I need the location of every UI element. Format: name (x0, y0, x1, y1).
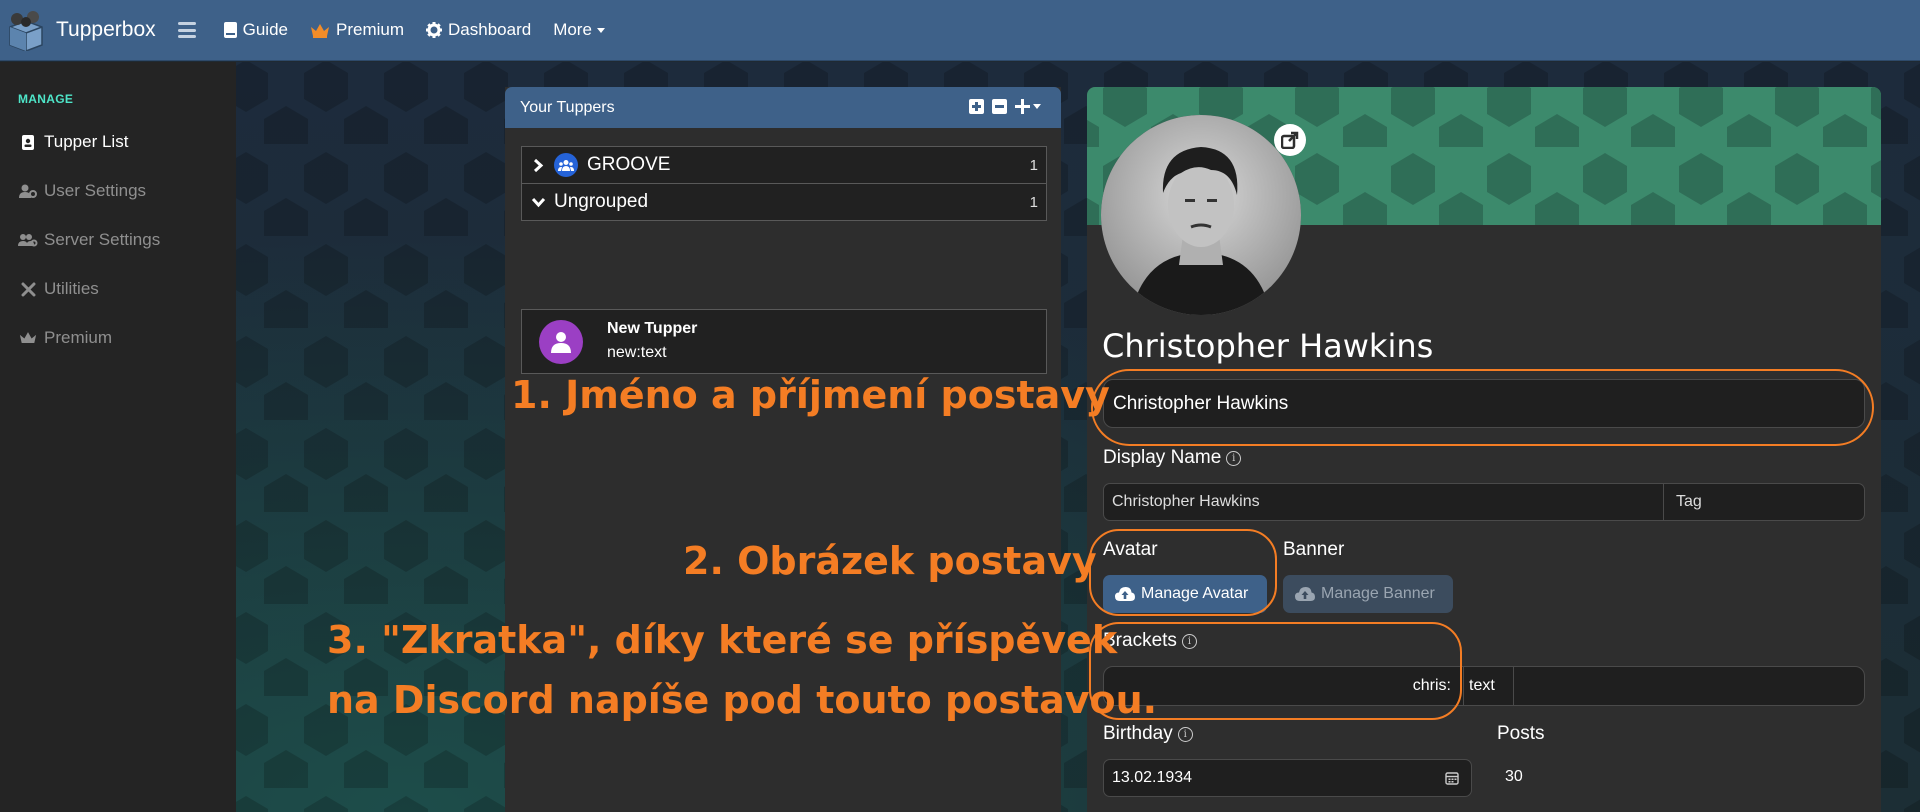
default-avatar-icon (539, 320, 583, 364)
display-name-input[interactable]: Christopher Hawkins (1104, 493, 1663, 511)
tag-input[interactable]: Tag (1663, 484, 1864, 520)
nav-guide-label: Guide (242, 20, 288, 39)
bracket-suffix-input[interactable] (1514, 667, 1864, 705)
sidebar-item-utilities[interactable]: Utilities (18, 279, 99, 299)
sidebar-item-label: Utilities (44, 279, 99, 298)
nav-dashboard[interactable]: Dashboard (426, 20, 531, 40)
users-cog-icon (18, 233, 38, 247)
crown-icon (18, 331, 38, 345)
tuppers-panel-title: Your Tuppers (520, 98, 615, 116)
tupperbox-logo (6, 9, 46, 52)
group-count: 1 (1029, 156, 1038, 174)
group-row-groove[interactable]: GROOVE 1 (521, 146, 1047, 184)
calendar-icon[interactable] (1445, 771, 1459, 790)
posts-label: Posts (1497, 723, 1545, 744)
group-name: GROOVE (587, 154, 671, 175)
display-name-field: Christopher Hawkins Tag (1103, 483, 1865, 521)
info-icon[interactable]: i (1226, 450, 1242, 466)
user-cog-icon (18, 184, 38, 198)
tuppers-panel-header: Your Tuppers (505, 87, 1061, 128)
brand[interactable]: Tupperbox (6, 0, 156, 61)
chevron-right-icon (522, 158, 554, 173)
display-name-label: Display Name i (1103, 447, 1242, 469)
sidebar-item-label: Tupper List (44, 132, 129, 151)
caret-down-icon (596, 27, 605, 33)
add-tupper-icon[interactable] (1015, 99, 1030, 114)
contact-card-icon (18, 134, 38, 150)
tools-icon (18, 282, 38, 297)
display-name-label-text: Display Name (1103, 447, 1222, 468)
hamburger-menu-icon[interactable] (177, 22, 196, 38)
manage-banner-label: Manage Banner (1321, 585, 1435, 602)
info-icon[interactable]: i (1177, 726, 1193, 742)
sidebar-heading: MANAGE (18, 92, 74, 106)
tupper-name: New Tupper (607, 320, 698, 337)
nav-more-dropdown[interactable]: More (553, 20, 605, 40)
annotation-oval-name (1091, 369, 1874, 446)
top-navbar: Tupperbox Guide Premium Dashboard More (0, 0, 1920, 61)
birthday-label: Birthday i (1103, 723, 1193, 745)
panel-tools (961, 99, 1041, 114)
group-users-icon (554, 153, 578, 177)
group-count: 1 (1029, 193, 1038, 211)
sidebar-item-label: User Settings (44, 181, 147, 200)
collapse-all-icon[interactable] (992, 99, 1007, 114)
bracket-text-label: text (1463, 667, 1514, 705)
annotation-3-line1: 3. "Zkratka", díky které se příspěvek (327, 618, 1118, 662)
expand-all-icon[interactable] (969, 99, 984, 114)
annotation-3-line2: na Discord napíše pod touto postavou. (327, 678, 1158, 722)
external-link-icon[interactable] (1274, 124, 1306, 156)
birthday-input[interactable]: 13.02.1934 (1103, 759, 1472, 797)
sidebar-item-label: Premium (44, 328, 113, 347)
annotation-2: 2. Obrázek postavy (683, 539, 1097, 583)
group-name: Ungrouped (554, 191, 649, 212)
group-row-ungrouped[interactable]: Ungrouped 1 (521, 183, 1047, 221)
tupper-list-item[interactable]: New Tupper new:text (521, 309, 1047, 374)
nav-premium-label: Premium (336, 20, 405, 39)
add-dropdown-caret-icon[interactable] (1033, 104, 1041, 109)
tupper-title: Christopher Hawkins (1102, 327, 1434, 365)
chevron-down-icon (522, 196, 554, 208)
crown-icon (310, 23, 330, 38)
gear-icon (426, 22, 443, 38)
manage-banner-button[interactable]: Manage Banner (1283, 575, 1453, 613)
nav-guide[interactable]: Guide (223, 20, 288, 40)
banner-label: Banner (1283, 539, 1345, 560)
tupper-avatar-image (1101, 115, 1301, 315)
posts-count: 30 (1505, 768, 1523, 785)
annotation-oval-avatar (1089, 529, 1277, 616)
sidebar-item-user-settings[interactable]: User Settings (18, 181, 146, 201)
brand-name[interactable]: Tupperbox (56, 18, 156, 42)
nav-premium[interactable]: Premium (310, 20, 404, 40)
birthday-label-text: Birthday (1103, 723, 1173, 744)
sidebar-item-label: Server Settings (44, 230, 161, 249)
sidebar: MANAGE Tupper List User Settings Server … (0, 62, 236, 812)
birthday-value: 13.02.1934 (1112, 769, 1193, 786)
sidebar-item-server-settings[interactable]: Server Settings (18, 230, 160, 250)
annotation-1: 1. Jméno a příjmení postavy (511, 373, 1110, 417)
sidebar-item-tupper-list[interactable]: Tupper List (18, 132, 128, 152)
nav-more-label: More (553, 20, 592, 39)
nav-dashboard-label: Dashboard (448, 20, 532, 39)
book-icon (223, 22, 237, 38)
sidebar-item-premium[interactable]: Premium (18, 328, 112, 348)
cloud-upload-icon (1295, 587, 1315, 601)
tupper-brackets: new:text (607, 344, 667, 361)
